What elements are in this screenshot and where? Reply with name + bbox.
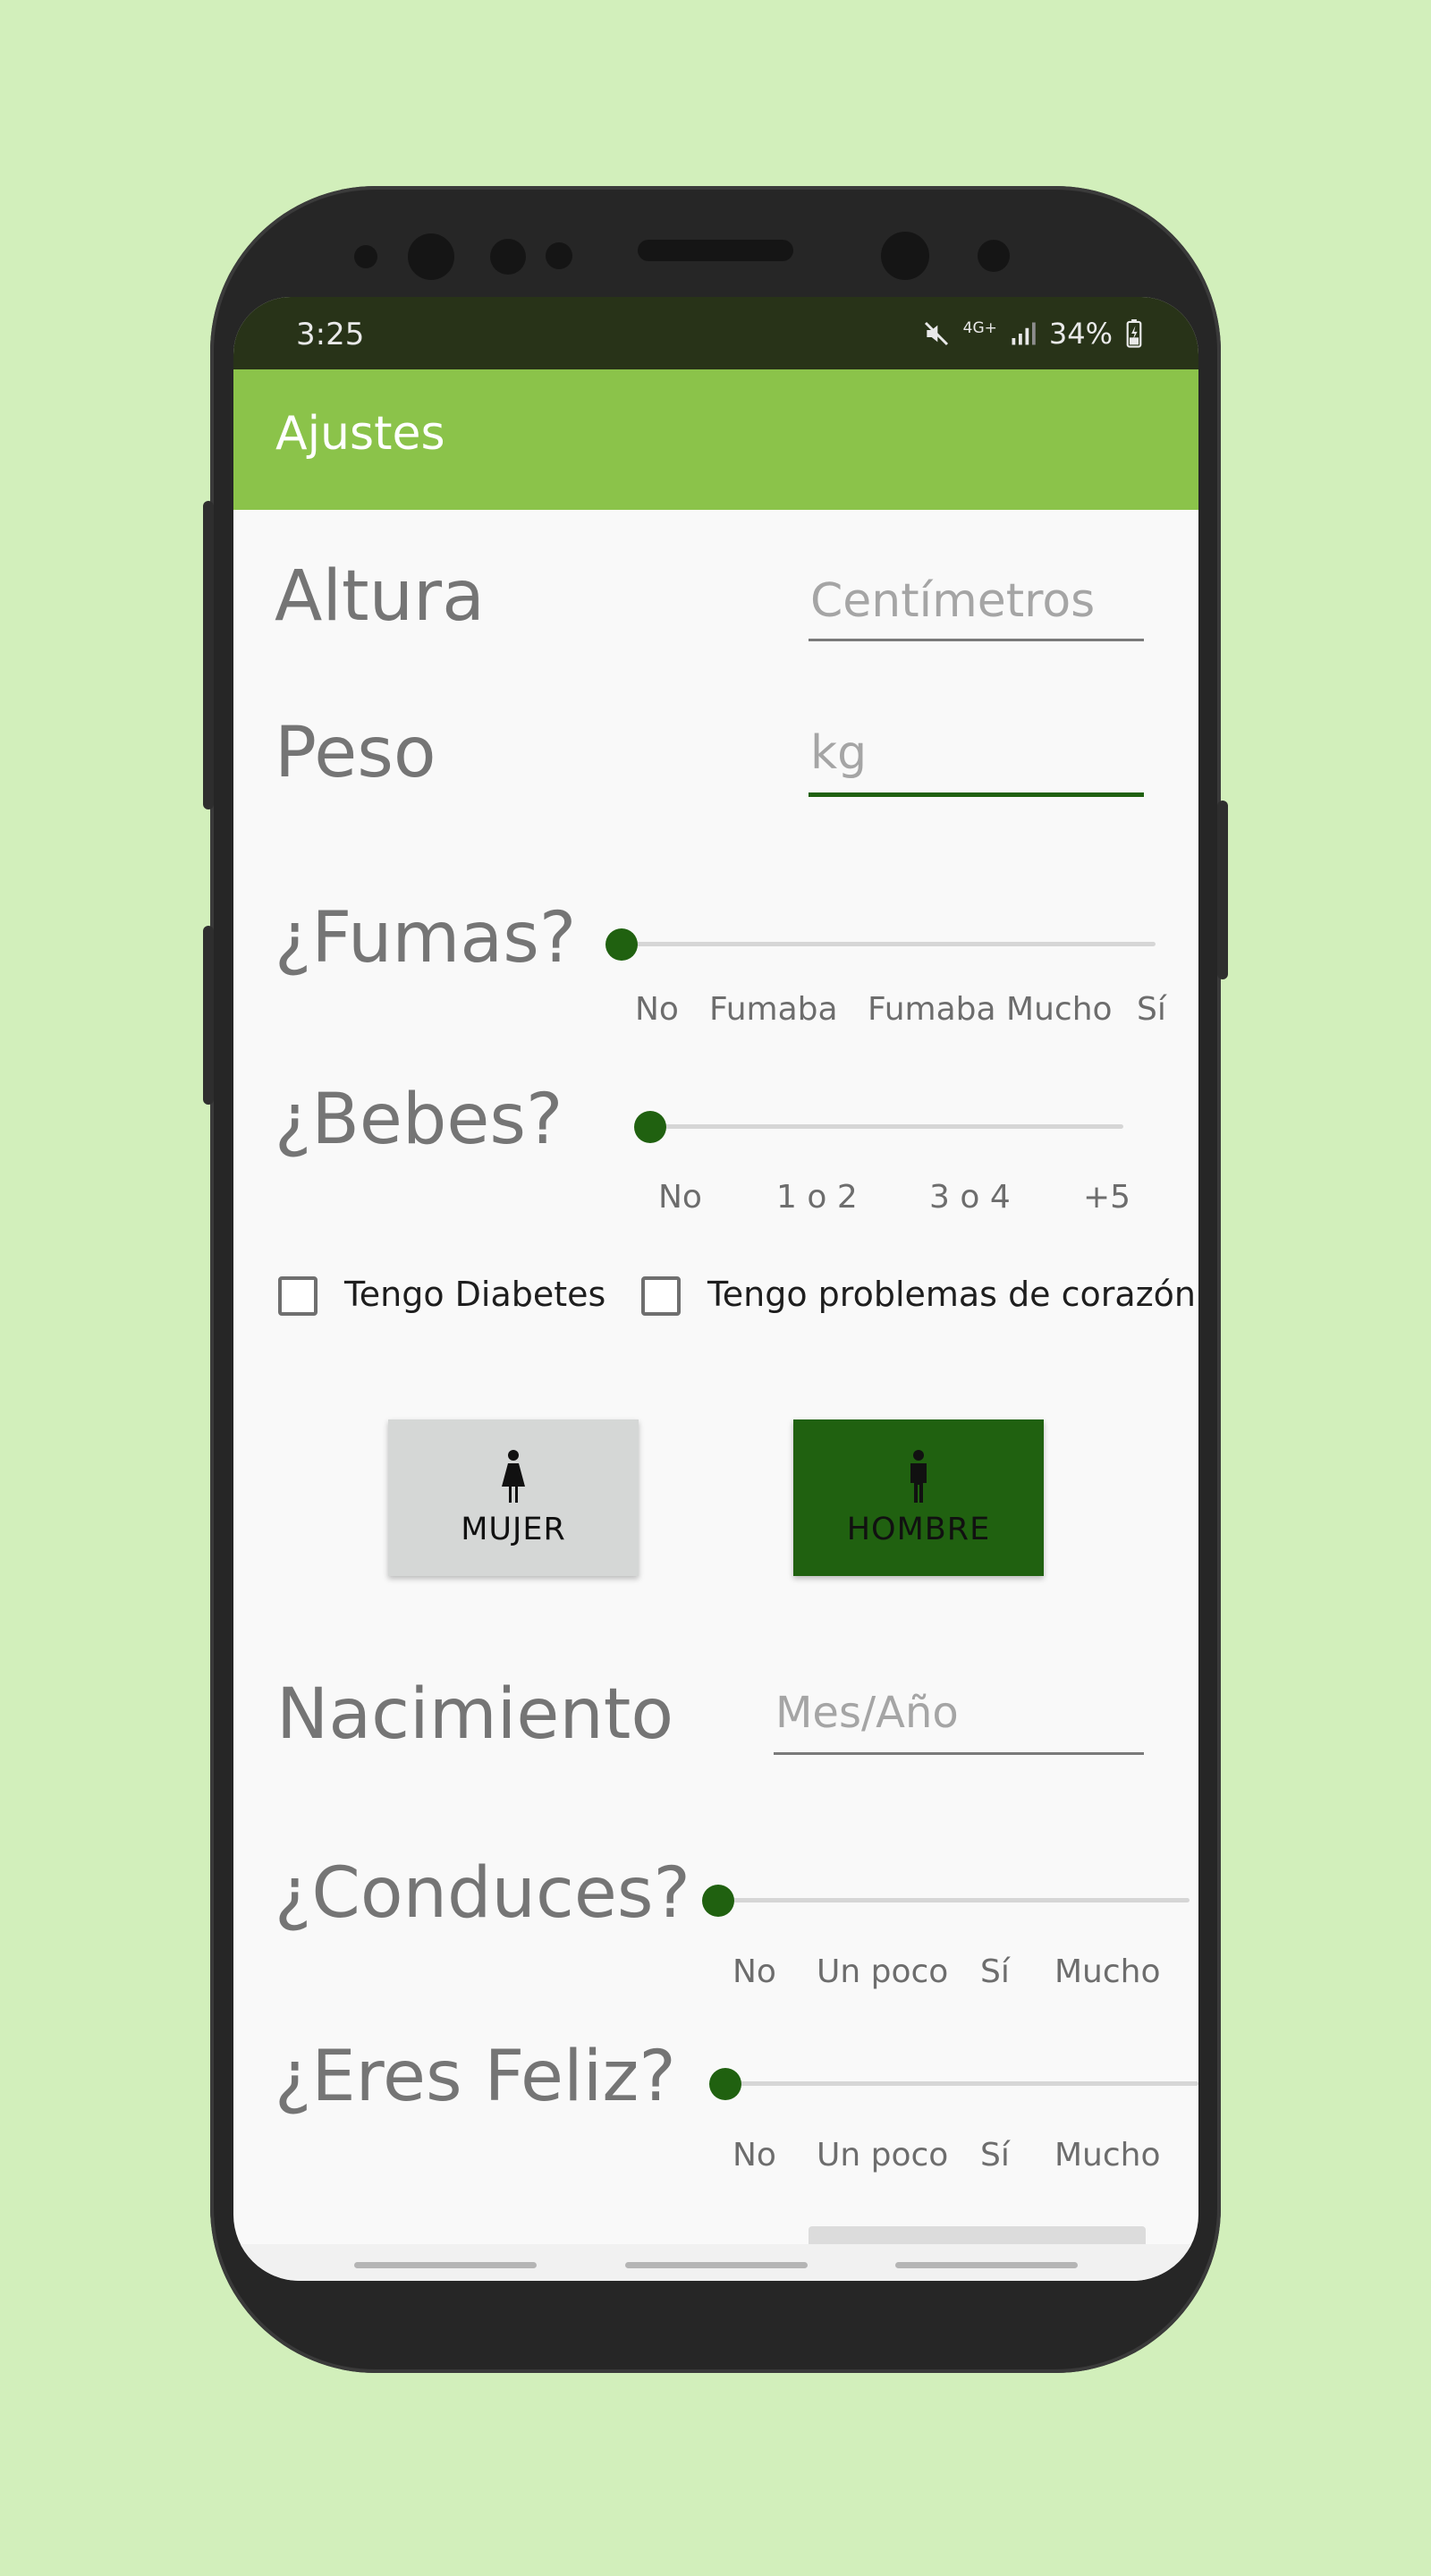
male-icon bbox=[910, 1449, 927, 1503]
nacimiento-placeholder: Mes/Año bbox=[775, 1688, 959, 1738]
diabetes-label: Tengo Diabetes bbox=[344, 1275, 606, 1314]
front-camera bbox=[408, 233, 454, 280]
fumas-thumb[interactable] bbox=[605, 928, 638, 961]
fumas-label: ¿Fumas? bbox=[275, 898, 577, 979]
mute-icon bbox=[924, 321, 948, 346]
earpiece-speaker bbox=[638, 240, 793, 261]
conduces-thumb[interactable] bbox=[702, 1885, 734, 1917]
female-icon bbox=[502, 1449, 525, 1503]
feliz-track bbox=[725, 2081, 1198, 2086]
corazon-label: Tengo problemas de corazón bbox=[707, 1275, 1196, 1314]
peso-label: Peso bbox=[275, 713, 436, 793]
app-bar: Ajustes bbox=[233, 369, 1198, 510]
nav-back-button[interactable] bbox=[895, 2262, 1078, 2268]
bebes-track bbox=[650, 1124, 1123, 1129]
altura-placeholder: Centímetros bbox=[810, 574, 1096, 628]
mujer-label: MUJER bbox=[461, 1511, 566, 1547]
status-time: 3:25 bbox=[296, 317, 365, 352]
altura-input[interactable]: Centímetros bbox=[809, 565, 1144, 641]
app-title: Ajustes bbox=[275, 407, 445, 461]
hombre-button[interactable]: HOMBRE bbox=[793, 1419, 1044, 1576]
bebes-option: +5 bbox=[1083, 1179, 1131, 1216]
sensor-dot bbox=[546, 242, 572, 269]
volume-down-button bbox=[203, 926, 214, 1105]
altura-label: Altura bbox=[275, 556, 485, 637]
power-button bbox=[1217, 801, 1228, 979]
mujer-button[interactable]: MUJER bbox=[388, 1419, 639, 1576]
volume-up-button bbox=[203, 501, 214, 809]
iris-scanner bbox=[881, 232, 929, 280]
bebes-option: No bbox=[658, 1179, 702, 1216]
phone-screen: 3:25 4G+ 34% Ajustes Altura Centímetros … bbox=[233, 297, 1198, 2281]
conduces-option: Un poco bbox=[817, 1953, 949, 1990]
bebes-label: ¿Bebes? bbox=[275, 1080, 563, 1160]
diabetes-checkbox[interactable] bbox=[278, 1276, 318, 1316]
peso-input[interactable]: kg bbox=[809, 717, 1144, 797]
conduces-track bbox=[718, 1898, 1190, 1902]
bebes-slider[interactable] bbox=[632, 1106, 1133, 1150]
nav-recents-button[interactable] bbox=[354, 2262, 537, 2268]
nacimiento-label: Nacimiento bbox=[276, 1674, 674, 1755]
peso-placeholder: kg bbox=[810, 726, 868, 780]
status-icons: 4G+ 34% bbox=[922, 317, 1143, 351]
feliz-option: Sí bbox=[980, 2137, 1010, 2174]
feliz-option: Un poco bbox=[817, 2137, 949, 2174]
sensor-dot bbox=[978, 240, 1010, 272]
fumas-option: No bbox=[635, 991, 679, 1028]
hombre-label: HOMBRE bbox=[846, 1511, 991, 1547]
feliz-label: ¿Eres Feliz? bbox=[275, 2037, 676, 2117]
fumas-option: Fumaba Mucho bbox=[868, 991, 1113, 1028]
feliz-thumb[interactable] bbox=[709, 2068, 741, 2100]
fumas-option: Sí bbox=[1137, 991, 1166, 1028]
status-bar: 3:25 4G+ 34% bbox=[233, 297, 1198, 369]
signal-icon bbox=[1012, 322, 1036, 345]
conduces-option: No bbox=[732, 1953, 776, 1990]
nav-home-button[interactable] bbox=[625, 2262, 808, 2268]
corazon-checkbox[interactable] bbox=[641, 1276, 681, 1316]
fumas-slider[interactable] bbox=[604, 923, 1156, 968]
network-type-icon: 4G+ bbox=[962, 318, 997, 337]
bebes-option: 1 o 2 bbox=[776, 1179, 858, 1216]
nacimiento-input[interactable]: Mes/Año bbox=[774, 1679, 1144, 1755]
bebes-thumb[interactable] bbox=[634, 1111, 666, 1143]
conduces-option: Sí bbox=[980, 1953, 1010, 1990]
conduces-option: Mucho bbox=[1054, 1953, 1161, 1990]
conduces-slider[interactable] bbox=[700, 1879, 1192, 1924]
navigation-bar bbox=[233, 2244, 1198, 2281]
fumas-track bbox=[622, 942, 1156, 946]
feliz-option: No bbox=[732, 2137, 776, 2174]
feliz-slider[interactable] bbox=[707, 2063, 1198, 2107]
sensor-dot bbox=[354, 245, 377, 268]
bebes-option: 3 o 4 bbox=[929, 1179, 1011, 1216]
battery-percent: 34% bbox=[1048, 317, 1113, 351]
feliz-option: Mucho bbox=[1054, 2137, 1161, 2174]
battery-charging-icon bbox=[1126, 319, 1142, 348]
sensor-dot bbox=[490, 239, 526, 275]
fumas-option: Fumaba bbox=[709, 991, 838, 1028]
conduces-label: ¿Conduces? bbox=[275, 1853, 690, 1934]
